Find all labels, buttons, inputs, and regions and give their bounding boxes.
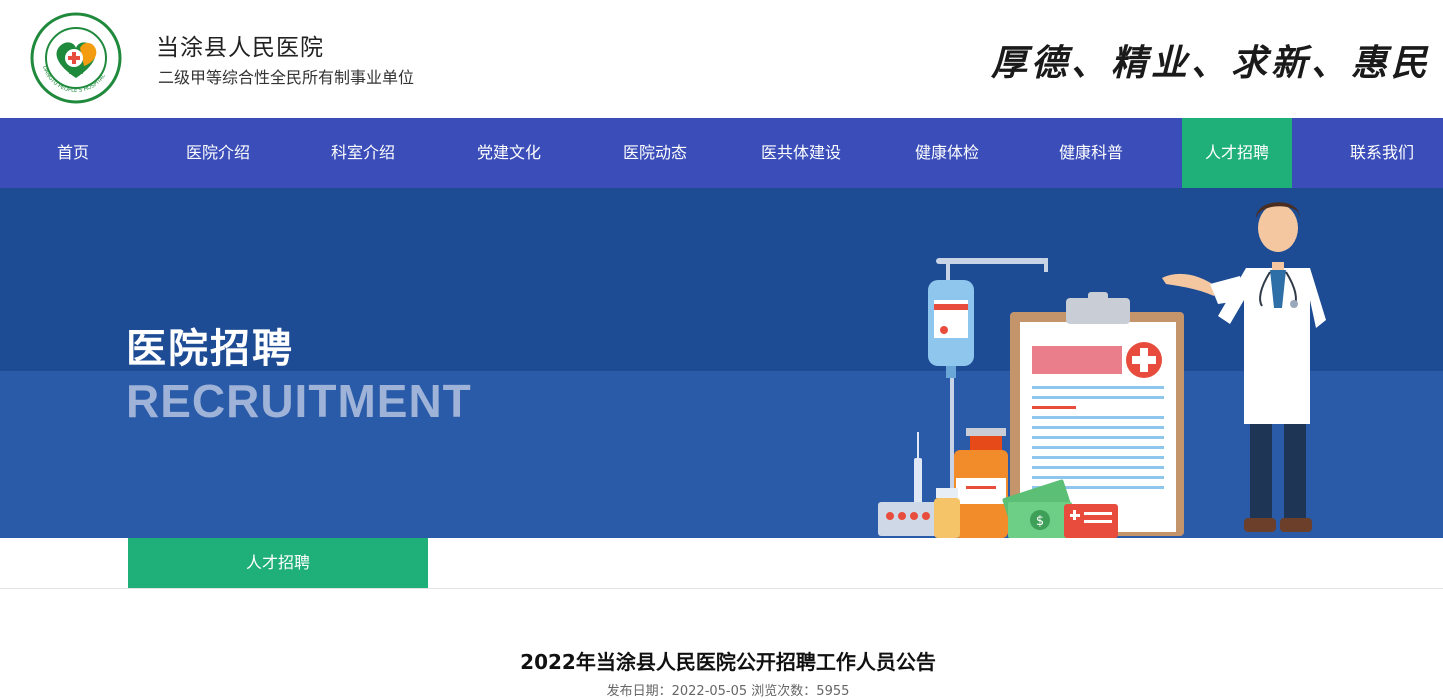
sub-nav: 人才招聘 <box>0 538 1443 589</box>
nav-item-departments[interactable]: 科室介绍 <box>290 118 436 188</box>
nav-item-home[interactable]: 首页 <box>0 118 146 188</box>
nav-item-medical-alliance[interactable]: 医共体建设 <box>728 118 874 188</box>
nav-item-contact[interactable]: 联系我们 <box>1310 118 1443 188</box>
hospital-slogan: 厚德、精业、求新、惠民 <box>990 42 1431 84</box>
nav-item-recruitment[interactable]: 人才招聘 <box>1182 118 1292 188</box>
hospital-logo[interactable]: 1956 DANGTU PEOPLE'S HOSPITAL <box>30 12 122 104</box>
nav-item-checkup[interactable]: 健康体检 <box>874 118 1020 188</box>
article-title: 2022年当涂县人民医院公开招聘工作人员公告 <box>520 650 936 674</box>
banner-title: 医院招聘 <box>126 326 294 372</box>
main-nav: 首页 医院介绍 科室介绍 党建文化 医院动态 医共体建设 健康体检 健康科普 人… <box>0 118 1443 188</box>
article-meta: 发布日期：2022-05-05 浏览次数：5955 <box>606 684 850 699</box>
nav-item-party-culture[interactable]: 党建文化 <box>436 118 582 188</box>
banner-subtitle: RECRUITMENT <box>126 375 472 427</box>
site-subtitle: 二级甲等综合性全民所有制事业单位 <box>158 68 415 87</box>
page-banner: 医院招聘 RECRUITMENT $ <box>0 188 1443 538</box>
site-header: 1956 DANGTU PEOPLE'S HOSPITAL 当涂县人民医院 二级… <box>0 0 1443 118</box>
site-title: 当涂县人民医院 <box>156 35 324 61</box>
nav-item-about[interactable]: 医院介绍 <box>146 118 290 188</box>
doctor-icon <box>1162 202 1326 532</box>
medical-illustration: $ <box>878 202 1326 538</box>
svg-text:$: $ <box>1036 514 1044 529</box>
nav-item-health-science[interactable]: 健康科普 <box>1020 118 1162 188</box>
tab-recruitment[interactable]: 人才招聘 <box>128 538 428 588</box>
logo-year: 1956 <box>68 69 83 76</box>
nav-item-news[interactable]: 医院动态 <box>582 118 728 188</box>
